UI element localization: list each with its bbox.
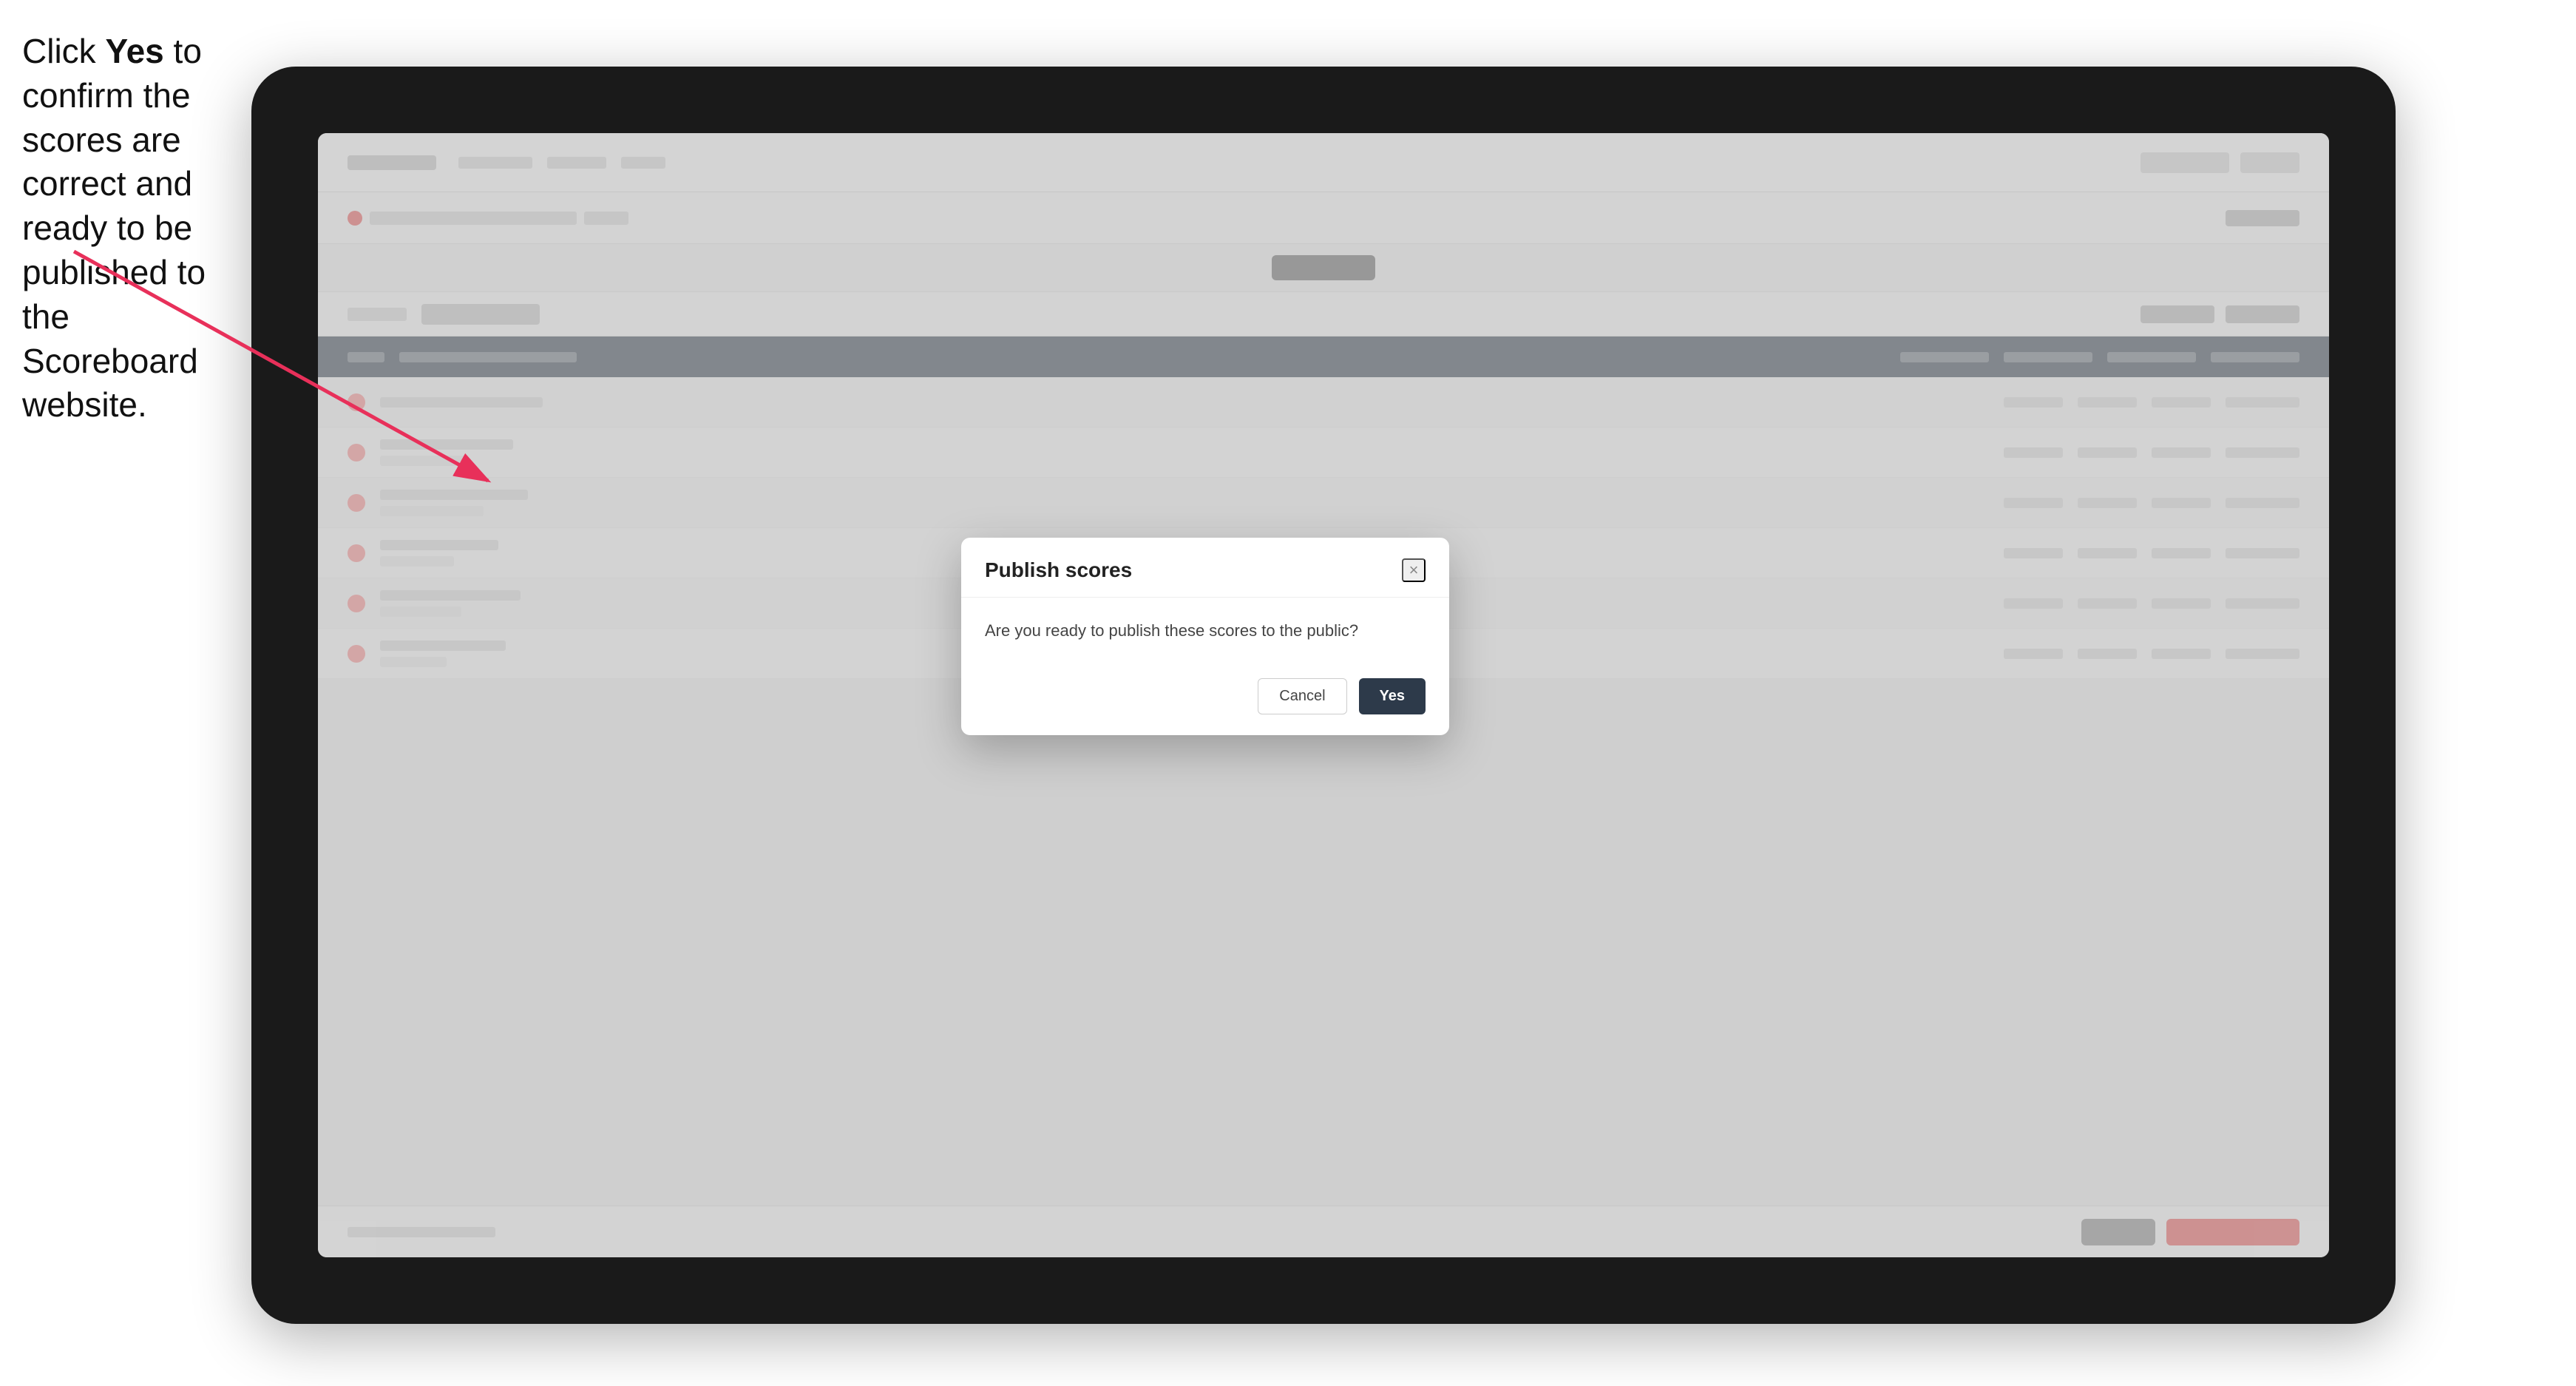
instruction-part1: Click	[22, 32, 105, 70]
modal-body: Are you ready to publish these scores to…	[961, 598, 1449, 663]
cancel-button[interactable]: Cancel	[1258, 678, 1346, 714]
modal-title: Publish scores	[985, 558, 1132, 582]
modal-header: Publish scores ×	[961, 538, 1449, 598]
instruction-bold: Yes	[105, 32, 163, 70]
modal-overlay: Publish scores × Are you ready to publis…	[318, 133, 2329, 1257]
instruction-text: Click Yes to confirm the scores are corr…	[22, 30, 237, 427]
publish-scores-dialog: Publish scores × Are you ready to publis…	[961, 538, 1449, 735]
modal-footer: Cancel Yes	[961, 663, 1449, 735]
tablet-screen: Publish scores × Are you ready to publis…	[318, 133, 2329, 1257]
instruction-part2: to confirm the scores are correct and re…	[22, 32, 206, 424]
tablet-device: Publish scores × Are you ready to publis…	[251, 67, 2396, 1324]
modal-message: Are you ready to publish these scores to…	[985, 618, 1426, 643]
yes-button[interactable]: Yes	[1359, 678, 1426, 714]
modal-close-button[interactable]: ×	[1402, 558, 1426, 582]
